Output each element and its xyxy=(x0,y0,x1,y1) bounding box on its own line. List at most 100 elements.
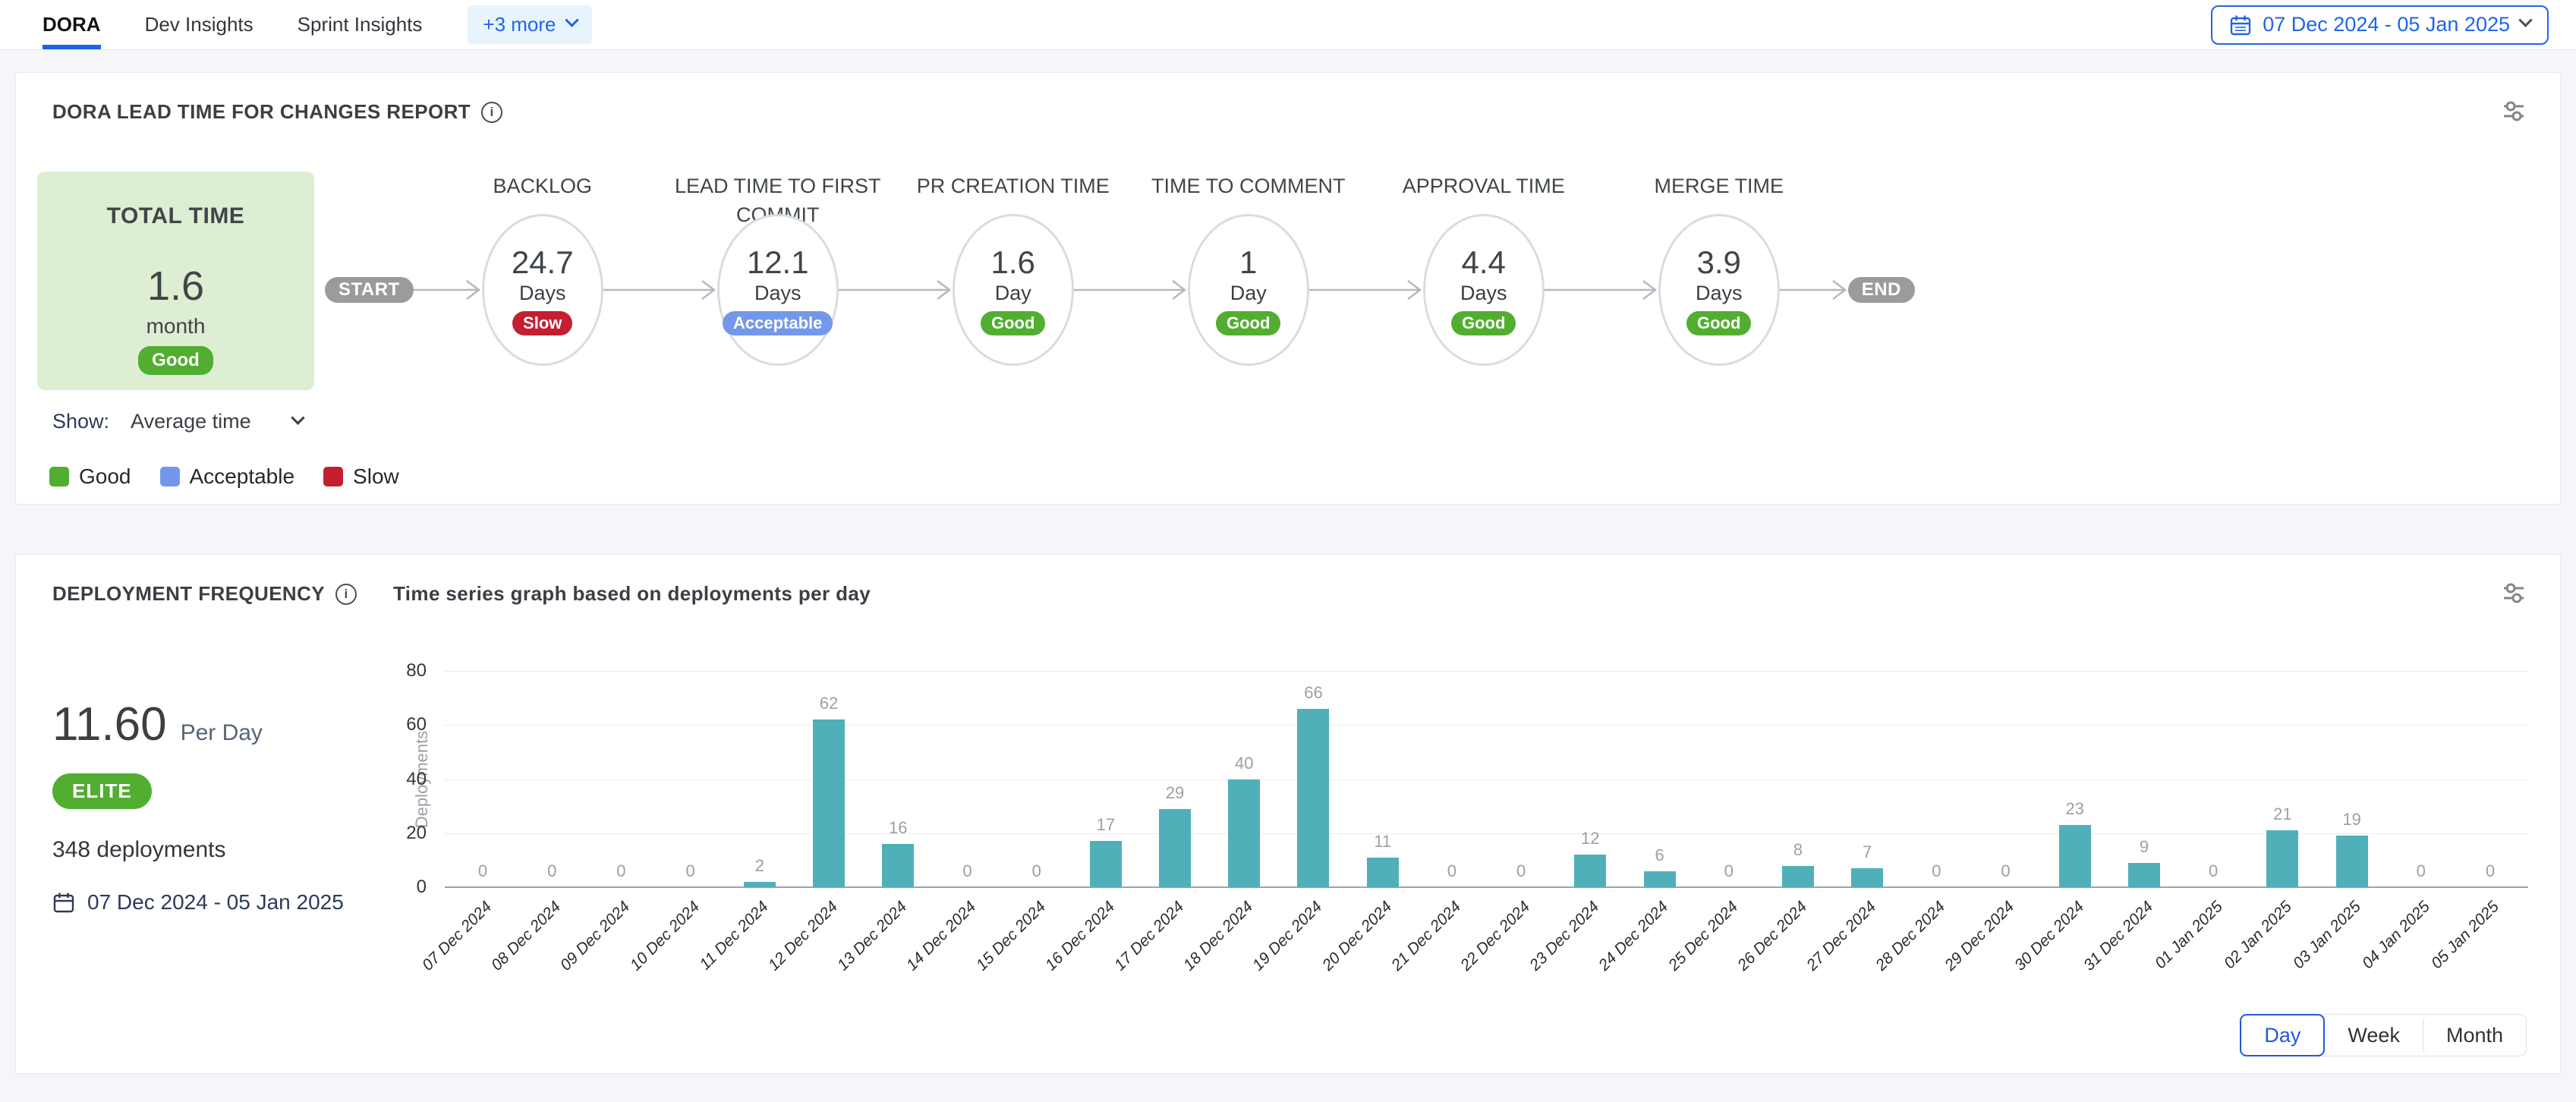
x-axis-label: 30 Dec 2024 xyxy=(2011,898,2088,974)
flow-arrow xyxy=(1780,277,1848,307)
legend-swatch xyxy=(160,467,180,486)
info-icon[interactable]: i xyxy=(481,102,502,123)
deployment-bar[interactable] xyxy=(1159,809,1191,887)
stage-unit: Days xyxy=(1460,282,1507,305)
bar-value-label: 8 xyxy=(1764,840,1832,860)
stage-value: 4.4 xyxy=(1462,245,1506,280)
granularity-week[interactable]: Week xyxy=(2324,1015,2423,1056)
x-axis-label: 19 Dec 2024 xyxy=(1249,898,1326,974)
deployment-bar[interactable] xyxy=(1228,779,1260,888)
bar-value-label: 17 xyxy=(1072,815,1140,835)
legend-item-good: Good xyxy=(49,464,131,489)
y-axis-tick-label: 0 xyxy=(381,877,427,898)
more-tabs-button[interactable]: +3 more xyxy=(468,5,591,44)
bar-value-label: 6 xyxy=(1626,845,1694,865)
bar-value-label: 0 xyxy=(1972,861,2040,881)
x-axis-label: 12 Dec 2024 xyxy=(765,898,842,974)
y-axis-tick-label: 40 xyxy=(381,769,427,790)
y-axis-tick-label: 60 xyxy=(381,714,427,735)
deployment-bar[interactable] xyxy=(2059,825,2091,887)
legend-item-slow: Slow xyxy=(323,464,399,489)
total-time-value: 1.6 xyxy=(147,263,204,310)
bar-value-label: 19 xyxy=(2318,810,2386,830)
chevron-down-icon xyxy=(291,411,304,424)
stage-circle: 1DayGood xyxy=(1188,214,1309,366)
tab-sprint-insights[interactable]: Sprint Insights xyxy=(298,0,423,49)
tab-dev-insights[interactable]: Dev Insights xyxy=(145,0,254,49)
granularity-month[interactable]: Month xyxy=(2423,1015,2526,1056)
flow-arrow xyxy=(414,277,482,307)
x-axis-label: 02 Jan 2025 xyxy=(2221,898,2296,973)
stage-value: 3.9 xyxy=(1697,245,1741,280)
deployment-bar[interactable] xyxy=(744,882,776,887)
bar-value-label: 0 xyxy=(657,861,725,881)
x-axis-label: 07 Dec 2024 xyxy=(419,898,496,974)
bar-value-label: 0 xyxy=(1902,861,1970,881)
deployment-rate-unit: Per Day xyxy=(181,720,263,746)
gridline xyxy=(445,725,2528,726)
deployment-bar[interactable] xyxy=(1090,841,1122,887)
deployment-bar[interactable] xyxy=(2266,830,2298,887)
deployment-bar[interactable] xyxy=(813,719,845,887)
stage-name: APPROVAL TIME xyxy=(1370,172,1598,200)
x-axis-label: 14 Dec 2024 xyxy=(903,898,980,974)
stage-circle: 4.4Days Good xyxy=(1423,214,1545,366)
x-axis-label: 20 Dec 2024 xyxy=(1318,898,1395,974)
tab-dora[interactable]: DORA xyxy=(43,0,101,49)
deployment-bar[interactable] xyxy=(1574,855,1606,887)
deployment-bar[interactable] xyxy=(1851,868,1883,887)
x-axis-label: 25 Dec 2024 xyxy=(1665,898,1742,974)
bar-value-label: 29 xyxy=(1141,783,1209,803)
deployment-bar[interactable] xyxy=(2336,836,2368,887)
x-axis-label: 26 Dec 2024 xyxy=(1734,898,1811,974)
stage-name: TIME TO COMMENT xyxy=(1135,172,1362,200)
date-range-picker[interactable]: 07 Dec 2024 - 05 Jan 2025 xyxy=(2211,5,2549,45)
elite-tier-badge: ELITE xyxy=(52,773,152,809)
deployment-frequency-card: DEPLOYMENT FREQUENCY i Time series graph… xyxy=(15,554,2561,1074)
chevron-down-icon xyxy=(2518,13,2532,27)
deployment-bar[interactable] xyxy=(1297,709,1329,887)
status-badge: Good xyxy=(981,311,1045,335)
bar-value-label: 0 xyxy=(1418,861,1486,881)
chart-settings-button[interactable] xyxy=(2498,578,2530,612)
show-metric-dropdown[interactable]: Show: Average time xyxy=(52,410,303,433)
legend-swatch xyxy=(323,467,343,486)
info-icon[interactable]: i xyxy=(335,584,357,605)
gridline xyxy=(445,833,2528,834)
x-axis-label: 11 Dec 2024 xyxy=(697,898,773,974)
flow-start-pill: START xyxy=(325,277,414,303)
status-badge: Good xyxy=(1451,311,1516,335)
x-axis-label: 28 Dec 2024 xyxy=(1872,898,1949,974)
chart-settings-button[interactable] xyxy=(2498,96,2530,130)
bar-value-label: 16 xyxy=(864,818,932,838)
flow-arrow xyxy=(603,277,717,307)
x-axis-label: 08 Dec 2024 xyxy=(488,898,565,974)
bar-value-label: 11 xyxy=(1349,832,1417,852)
show-label: Show: xyxy=(52,410,109,433)
x-axis-label: 22 Dec 2024 xyxy=(1457,898,1534,974)
deployment-bar[interactable] xyxy=(1644,871,1676,887)
x-axis-label: 24 Dec 2024 xyxy=(1595,898,1672,974)
flow-arrow xyxy=(1309,277,1423,307)
stage-merge-time: MERGE TIME3.9DaysGood xyxy=(1658,138,1780,373)
bar-value-label: 0 xyxy=(1003,861,1071,881)
deployment-bar[interactable] xyxy=(2128,863,2160,887)
lead-time-flow: STARTBACKLOG24.7DaysSlowLEAD TIME TO FIR… xyxy=(325,138,1915,373)
bar-value-label: 12 xyxy=(1556,829,1624,849)
date-range-value: 07 Dec 2024 - 05 Jan 2025 xyxy=(2263,13,2510,36)
bar-value-label: 40 xyxy=(1210,754,1278,773)
deployment-bar[interactable] xyxy=(1367,858,1399,887)
bar-value-label: 0 xyxy=(2179,861,2247,881)
y-axis-tick-label: 80 xyxy=(381,660,427,682)
legend-swatch xyxy=(49,467,69,486)
deployment-bar[interactable] xyxy=(1782,866,1814,888)
bar-value-label: 9 xyxy=(2110,837,2178,857)
stage-value: 1.6 xyxy=(991,245,1035,280)
deployment-bar[interactable] xyxy=(882,844,914,887)
granularity-day[interactable]: Day xyxy=(2240,1014,2325,1056)
top-navigation-bar: DORADev InsightsSprint Insights +3 more … xyxy=(0,0,2576,50)
calendar-icon xyxy=(52,891,75,914)
stage-value: 1 xyxy=(1239,245,1257,280)
flow-arrow xyxy=(1074,277,1188,307)
lead-time-report-card: DORA LEAD TIME FOR CHANGES REPORT i TOTA… xyxy=(15,72,2561,505)
